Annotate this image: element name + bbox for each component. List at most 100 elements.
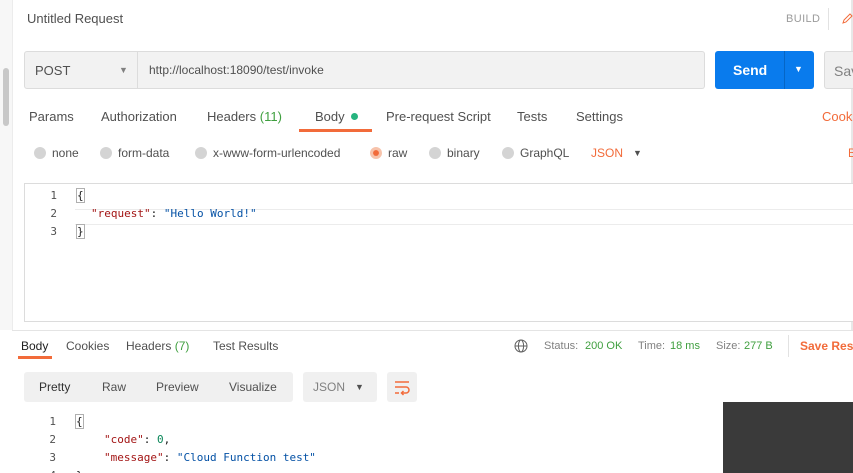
radio-indicator-checked: [370, 147, 382, 159]
response-tab-body[interactable]: Body: [21, 339, 48, 353]
json-string-value: "Cloud Function test": [176, 451, 316, 464]
code-line: "message": "Cloud Function test": [104, 451, 316, 464]
tab-authorization[interactable]: Authorization: [101, 109, 177, 124]
line-number: 2: [50, 207, 57, 220]
view-raw-button[interactable]: Raw: [102, 380, 126, 394]
radio-label: binary: [447, 146, 480, 160]
url-input[interactable]: http://localhost:18090/test/invoke: [138, 51, 705, 89]
tab-label: Pre-request Script: [386, 109, 491, 124]
tab-settings[interactable]: Settings: [576, 109, 623, 124]
wrap-lines-icon: [395, 381, 410, 396]
json-colon: :: [143, 433, 157, 446]
save-button[interactable]: Sav: [824, 51, 853, 89]
globe-icon[interactable]: [514, 339, 528, 353]
save-response-button[interactable]: Save Resp: [800, 339, 853, 353]
build-mode-label[interactable]: BUILD: [786, 13, 820, 25]
json-number-value: 0: [157, 433, 164, 446]
open-brace: {: [75, 414, 84, 429]
view-preview-button[interactable]: Preview: [156, 380, 199, 394]
code-line: "request": "Hello World!": [91, 207, 257, 220]
radio-indicator: [34, 147, 46, 159]
json-colon: :: [163, 451, 177, 464]
tab-label: Headers: [126, 339, 172, 353]
response-tab-cookies[interactable]: Cookies: [66, 339, 109, 353]
send-button[interactable]: Send ▼: [715, 51, 814, 89]
json-comma: ,: [163, 433, 171, 446]
left-scrollbar-thumb[interactable]: [3, 68, 9, 126]
header-divider: [828, 8, 829, 30]
view-visualize-button[interactable]: Visualize: [229, 380, 277, 394]
edit-icon[interactable]: [840, 12, 853, 26]
response-divider: [12, 330, 853, 331]
overlay-dark-panel: [723, 402, 853, 473]
line-number: 1: [50, 189, 57, 202]
radio-indicator: [195, 147, 207, 159]
tab-headers[interactable]: Headers (11): [207, 109, 282, 124]
status-divider: [788, 335, 789, 357]
line-number: 1: [49, 415, 56, 428]
radio-label: none: [52, 146, 79, 160]
wrap-lines-button[interactable]: [387, 372, 417, 402]
method-select[interactable]: POST ▼: [24, 51, 138, 89]
left-gutter: [0, 0, 13, 330]
response-view-group: Pretty Raw Preview Visualize: [24, 372, 293, 402]
save-label: Sav: [834, 63, 853, 79]
status-value[interactable]: 200 OK: [585, 340, 622, 352]
caret-down-icon[interactable]: ▼: [633, 148, 642, 158]
radio-label: form-data: [118, 146, 170, 160]
send-split-divider: [784, 51, 785, 89]
tab-tests[interactable]: Tests: [517, 109, 547, 124]
size-value[interactable]: 277 B: [744, 340, 773, 352]
beautify-link[interactable]: B: [848, 146, 853, 160]
radio-indicator: [100, 147, 112, 159]
line-number: 4: [34, 469, 56, 473]
close-brace: }: [76, 469, 83, 473]
radio-label: x-www-form-urlencoded: [213, 146, 341, 160]
tab-body[interactable]: Body: [315, 109, 358, 124]
response-tab-test-results[interactable]: Test Results: [213, 339, 278, 353]
tab-label: Settings: [576, 109, 623, 124]
radio-label: raw: [388, 146, 408, 160]
radio-indicator: [429, 147, 441, 159]
response-tab-headers[interactable]: Headers (7): [126, 339, 189, 353]
send-label: Send: [733, 62, 768, 78]
line-number: 3: [50, 225, 57, 238]
tab-label: Params: [29, 109, 74, 124]
tab-label: Headers: [207, 109, 257, 124]
response-body-viewer[interactable]: 1 2 3 4 { "code": 0, "message": "Cloud F…: [24, 410, 723, 473]
tab-label: Test Results: [213, 339, 279, 353]
postman-request-window: Untitled Request BUILD POST ▼ http://loc…: [0, 0, 853, 473]
line-number: 2: [49, 433, 56, 446]
cookies-link[interactable]: Cooki: [822, 109, 853, 124]
code-line: "code": 0,: [104, 433, 170, 446]
json-string-value: "Hello World!": [163, 207, 257, 220]
response-headers-count: (7): [174, 339, 190, 353]
line-number: 3: [49, 451, 56, 464]
json-colon: :: [150, 207, 164, 220]
request-title[interactable]: Untitled Request: [27, 11, 123, 26]
tab-params[interactable]: Params: [29, 109, 74, 124]
response-format-select[interactable]: JSON ▼: [303, 372, 377, 402]
body-active-dot: [350, 113, 358, 120]
active-tab-underline: [299, 129, 372, 132]
tab-label: Cookies: [66, 339, 110, 353]
size-label: Size:: [716, 340, 741, 352]
method-label: POST: [35, 63, 71, 78]
request-body-editor[interactable]: 1 2 3 { "request": "Hello World!" }: [24, 183, 853, 322]
time-value[interactable]: 18 ms: [670, 340, 700, 352]
tab-label: Body: [21, 339, 49, 353]
close-brace: }: [76, 224, 85, 239]
time-label: Time:: [638, 340, 666, 352]
tab-label: Tests: [517, 109, 548, 124]
view-pretty-button[interactable]: Pretty: [39, 380, 70, 394]
body-format-select[interactable]: JSON: [591, 146, 623, 160]
headers-count: (11): [259, 109, 282, 124]
tab-label: Authorization: [101, 109, 177, 124]
json-key: "code": [104, 433, 144, 446]
json-key: "message": [104, 451, 164, 464]
status-label: Status:: [544, 340, 579, 352]
send-options-caret-icon[interactable]: ▼: [794, 64, 803, 74]
json-key: "request": [91, 207, 151, 220]
active-response-tab-underline: [18, 356, 52, 359]
tab-pre-request-script[interactable]: Pre-request Script: [386, 109, 491, 124]
